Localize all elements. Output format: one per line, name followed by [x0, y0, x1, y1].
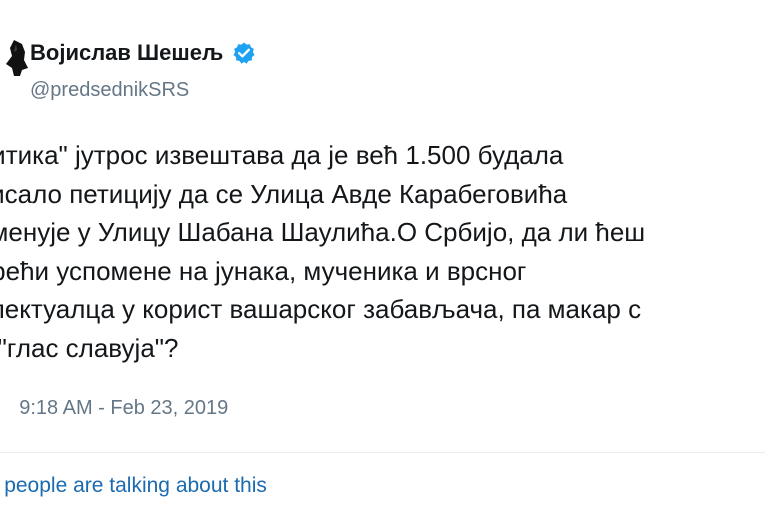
divider	[0, 452, 765, 453]
verified-badge-icon	[232, 41, 256, 65]
tweet-text-line: о "глас славуја"?	[0, 332, 179, 363]
tweet-text-line: писало петицију да се Улица Авде Карабег…	[0, 178, 568, 209]
author-name-row[interactable]: Војислав Шешељ	[30, 40, 256, 66]
tweet-text: литика" јутрос извештава да је већ 1.500…	[0, 136, 765, 367]
author-handle[interactable]: @predsednikSRS	[30, 79, 189, 102]
tweet-text-line: електуалца у корист вашарског забављача,…	[0, 294, 642, 324]
author-display-name[interactable]: Војислав Шешељ	[30, 40, 223, 66]
tweet-text-line: именује у Улицу Шабана Шаулића.О Србијо,…	[0, 217, 646, 247]
tweet-text-line: дрећи успомене на јунака, мученика и врс…	[0, 255, 527, 286]
people-talking-link[interactable]: 22 people are talking about this	[0, 474, 267, 498]
tweet-text-line: литика" јутрос извештава да је већ 1.500…	[0, 140, 564, 170]
tweet-timestamp[interactable]: 9:18 AM - Feb 23, 2019	[19, 397, 228, 420]
tweet-meta: 72 9:18 AM - Feb 23, 2019	[0, 397, 228, 420]
